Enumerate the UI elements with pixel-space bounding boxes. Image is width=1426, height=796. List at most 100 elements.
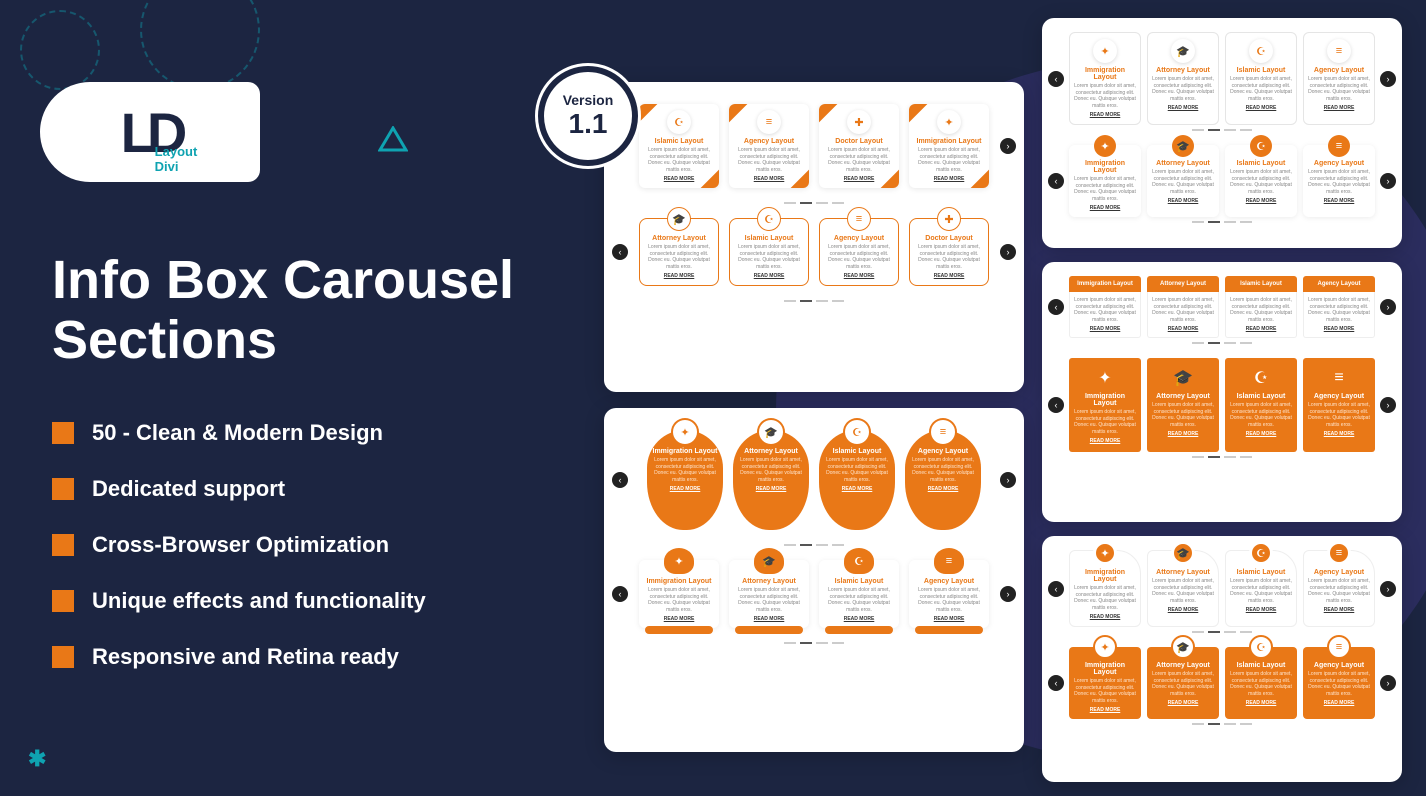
info-card[interactable]: ✦Immigration LayoutLorem ipsum dolor sit… bbox=[1069, 145, 1141, 217]
info-card[interactable]: 🎓Attorney LayoutLorem ipsum dolor sit am… bbox=[639, 218, 719, 286]
read-more-link[interactable]: READ MORE bbox=[1151, 326, 1215, 332]
info-card[interactable]: ≡Agency LayoutLorem ipsum dolor sit amet… bbox=[729, 104, 809, 188]
read-more-link[interactable]: READ MORE bbox=[1074, 112, 1136, 118]
carousel-next-button[interactable]: › bbox=[1000, 244, 1016, 260]
read-more-link[interactable]: READ MORE bbox=[1073, 438, 1137, 444]
carousel-dot[interactable] bbox=[1240, 129, 1252, 131]
info-card[interactable]: 🎓Attorney LayoutLorem ipsum dolor sit am… bbox=[733, 430, 809, 530]
read-more-link[interactable]: READ MORE bbox=[1152, 607, 1214, 613]
carousel-dot[interactable] bbox=[1224, 631, 1236, 633]
carousel-dot[interactable] bbox=[1224, 456, 1236, 458]
info-card[interactable]: ☪Islamic LayoutLorem ipsum dolor sit ame… bbox=[1225, 647, 1297, 719]
read-more-link[interactable]: READ MORE bbox=[913, 176, 985, 182]
info-card[interactable]: ☪Islamic LayoutLorem ipsum dolor sit ame… bbox=[1225, 32, 1297, 125]
info-card[interactable]: ✚Doctor LayoutLorem ipsum dolor sit amet… bbox=[819, 104, 899, 188]
read-more-link[interactable]: READ MORE bbox=[1230, 607, 1292, 613]
read-more-link[interactable]: READ MORE bbox=[823, 616, 895, 622]
info-card[interactable]: ≡Agency LayoutLorem ipsum dolor sit amet… bbox=[1303, 358, 1375, 452]
info-card[interactable]: ≡Agency LayoutLorem ipsum dolor sit amet… bbox=[819, 218, 899, 286]
carousel-dot[interactable] bbox=[1192, 342, 1204, 344]
read-more-link[interactable]: READ MORE bbox=[914, 273, 984, 279]
carousel-prev-button[interactable]: ‹ bbox=[1048, 397, 1064, 413]
carousel-dot[interactable] bbox=[1240, 456, 1252, 458]
read-more-link[interactable]: READ MORE bbox=[1229, 700, 1293, 706]
read-more-link[interactable]: READ MORE bbox=[1151, 700, 1215, 706]
read-more-link[interactable]: READ MORE bbox=[1230, 105, 1292, 111]
read-more-link[interactable]: READ MORE bbox=[909, 486, 977, 492]
read-more-link[interactable]: READ MORE bbox=[1307, 431, 1371, 437]
carousel-dot[interactable] bbox=[784, 300, 796, 302]
carousel-dot[interactable] bbox=[1192, 723, 1204, 725]
carousel-prev-button[interactable]: ‹ bbox=[612, 244, 628, 260]
read-more-link[interactable]: READ MORE bbox=[733, 616, 805, 622]
carousel-dot[interactable] bbox=[784, 642, 796, 644]
info-card[interactable]: ☪Islamic LayoutLorem ipsum dolor sit ame… bbox=[1225, 358, 1297, 452]
carousel-next-button[interactable]: › bbox=[1380, 173, 1396, 189]
read-more-link[interactable]: READ MORE bbox=[1073, 326, 1137, 332]
read-more-link[interactable]: READ MORE bbox=[1308, 607, 1370, 613]
carousel-dot[interactable] bbox=[1192, 221, 1204, 223]
info-card[interactable]: ≡Agency LayoutLorem ipsum dolor sit amet… bbox=[909, 560, 989, 628]
carousel-dot[interactable] bbox=[1240, 221, 1252, 223]
carousel-prev-button[interactable]: ‹ bbox=[1048, 581, 1064, 597]
info-card[interactable]: ≡Agency LayoutLorem ipsum dolor sit amet… bbox=[1303, 647, 1375, 719]
carousel-prev-button[interactable]: ‹ bbox=[1048, 173, 1064, 189]
read-more-link[interactable]: READ MORE bbox=[737, 486, 805, 492]
info-card[interactable]: Immigration LayoutLorem ipsum dolor sit … bbox=[1069, 276, 1141, 338]
info-card[interactable]: 🎓Attorney LayoutLorem ipsum dolor sit am… bbox=[1147, 358, 1219, 452]
carousel-dot[interactable] bbox=[1192, 129, 1204, 131]
read-more-link[interactable]: READ MORE bbox=[734, 273, 804, 279]
read-more-link[interactable]: READ MORE bbox=[644, 273, 714, 279]
info-card[interactable]: 🎓Attorney LayoutLorem ipsum dolor sit am… bbox=[1147, 550, 1219, 627]
carousel-next-button[interactable]: › bbox=[1380, 71, 1396, 87]
info-card[interactable]: ✦Immigration LayoutLorem ipsum dolor sit… bbox=[1069, 358, 1141, 452]
info-card[interactable]: ☪Islamic LayoutLorem ipsum dolor sit ame… bbox=[819, 560, 899, 628]
read-more-link[interactable]: READ MORE bbox=[651, 486, 719, 492]
carousel-prev-button[interactable]: ‹ bbox=[1048, 299, 1064, 315]
info-card[interactable]: Islamic LayoutLorem ipsum dolor sit amet… bbox=[1225, 276, 1297, 338]
read-more-link[interactable]: READ MORE bbox=[733, 176, 805, 182]
info-card[interactable]: ✦Immigration LayoutLorem ipsum dolor sit… bbox=[647, 430, 723, 530]
info-card[interactable]: ☪Islamic LayoutLorem ipsum dolor sit ame… bbox=[1225, 145, 1297, 217]
read-more-link[interactable]: READ MORE bbox=[643, 176, 715, 182]
carousel-dot[interactable] bbox=[1208, 723, 1220, 725]
carousel-next-button[interactable]: › bbox=[1380, 397, 1396, 413]
carousel-next-button[interactable]: › bbox=[1000, 138, 1016, 154]
carousel-dot[interactable] bbox=[1208, 221, 1220, 223]
carousel-dot[interactable] bbox=[816, 544, 828, 546]
info-card[interactable]: ≡Agency LayoutLorem ipsum dolor sit amet… bbox=[1303, 550, 1375, 627]
carousel-dot[interactable] bbox=[1208, 129, 1220, 131]
read-more-link[interactable]: READ MORE bbox=[1229, 326, 1293, 332]
carousel-dot[interactable] bbox=[1208, 456, 1220, 458]
carousel-dot[interactable] bbox=[1240, 342, 1252, 344]
read-more-link[interactable]: READ MORE bbox=[1229, 431, 1293, 437]
carousel-dot[interactable] bbox=[832, 544, 844, 546]
carousel-prev-button[interactable]: ‹ bbox=[612, 472, 628, 488]
info-card[interactable]: ✦Immigration LayoutLorem ipsum dolor sit… bbox=[909, 104, 989, 188]
carousel-dot[interactable] bbox=[816, 642, 828, 644]
info-card[interactable]: ✦Immigration LayoutLorem ipsum dolor sit… bbox=[1069, 647, 1141, 719]
read-more-link[interactable]: READ MORE bbox=[823, 486, 891, 492]
carousel-dot[interactable] bbox=[832, 300, 844, 302]
carousel-dot[interactable] bbox=[1224, 342, 1236, 344]
info-card[interactable]: Attorney LayoutLorem ipsum dolor sit ame… bbox=[1147, 276, 1219, 338]
carousel-next-button[interactable]: › bbox=[1000, 586, 1016, 602]
carousel-dot[interactable] bbox=[1240, 723, 1252, 725]
read-more-link[interactable]: READ MORE bbox=[1152, 105, 1214, 111]
carousel-dot[interactable] bbox=[800, 642, 812, 644]
carousel-dot[interactable] bbox=[784, 544, 796, 546]
carousel-next-button[interactable]: › bbox=[1380, 299, 1396, 315]
read-more-link[interactable]: READ MORE bbox=[1307, 700, 1371, 706]
info-card[interactable]: ✦Immigration LayoutLorem ipsum dolor sit… bbox=[1069, 32, 1141, 125]
carousel-prev-button[interactable]: ‹ bbox=[1048, 71, 1064, 87]
carousel-dot[interactable] bbox=[1224, 129, 1236, 131]
carousel-dot[interactable] bbox=[800, 300, 812, 302]
carousel-dot[interactable] bbox=[800, 544, 812, 546]
read-more-link[interactable]: READ MORE bbox=[1151, 198, 1215, 204]
info-card[interactable]: ☪Islamic LayoutLorem ipsum dolor sit ame… bbox=[819, 430, 895, 530]
carousel-dot[interactable] bbox=[832, 202, 844, 204]
carousel-dot[interactable] bbox=[816, 202, 828, 204]
info-card[interactable]: 🎓Attorney LayoutLorem ipsum dolor sit am… bbox=[729, 560, 809, 628]
info-card[interactable]: ≡Agency LayoutLorem ipsum dolor sit amet… bbox=[1303, 145, 1375, 217]
carousel-dot[interactable] bbox=[816, 300, 828, 302]
